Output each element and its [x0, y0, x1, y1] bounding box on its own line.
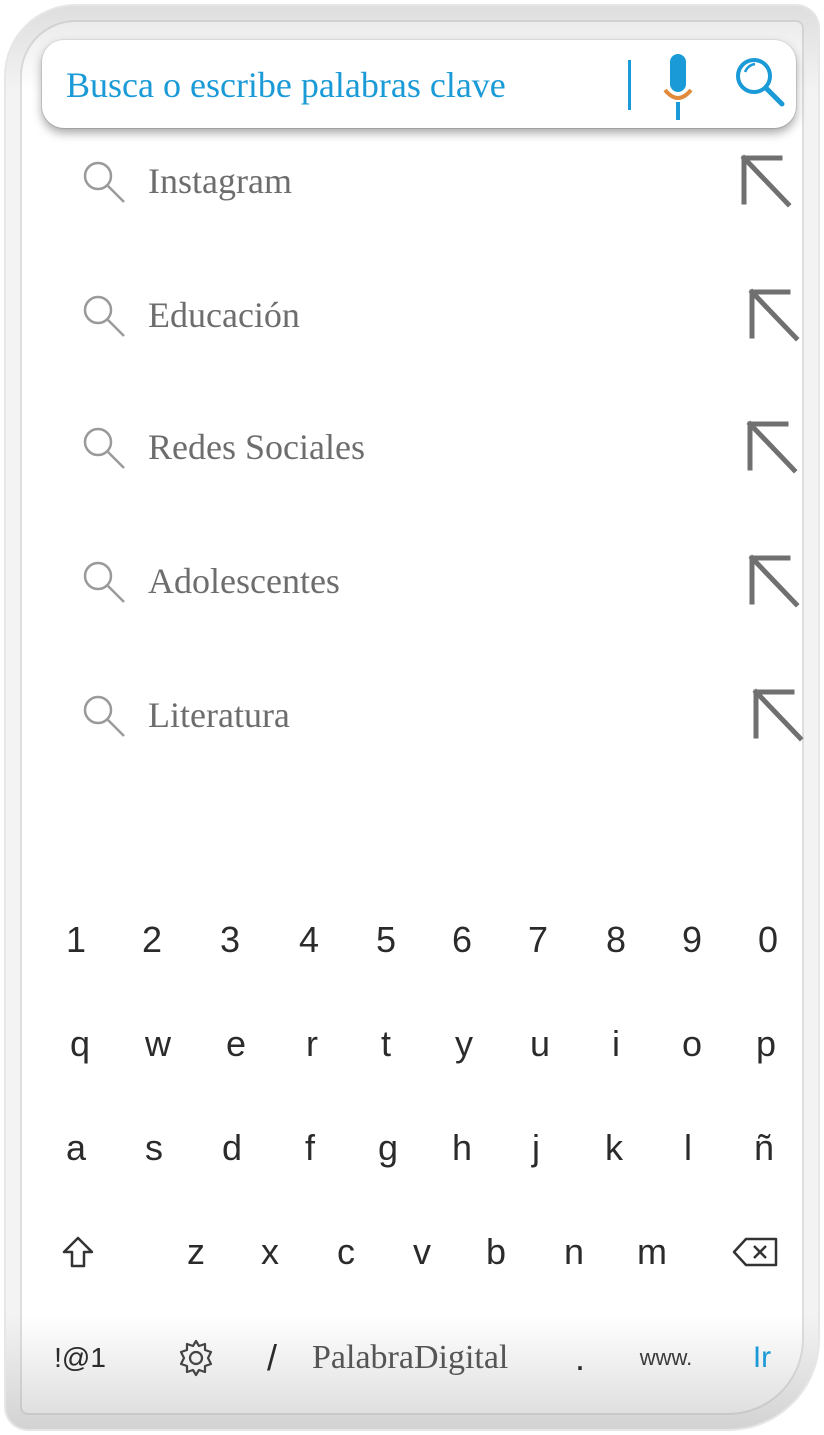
key-h[interactable]: h — [426, 1108, 498, 1188]
search-icon — [78, 156, 128, 206]
microphone-icon[interactable] — [658, 50, 698, 124]
key-6[interactable]: 6 — [426, 900, 498, 980]
key-x[interactable]: x — [234, 1212, 306, 1292]
key-g[interactable]: g — [352, 1108, 424, 1188]
key-2[interactable]: 2 — [116, 900, 188, 980]
key-t[interactable]: t — [350, 1004, 422, 1084]
magnifier-icon[interactable] — [730, 52, 790, 112]
slash-key[interactable]: / — [236, 1318, 308, 1398]
letter-row-1: q w e r t y u i o p — [30, 1004, 800, 1084]
backspace-icon[interactable] — [720, 1212, 792, 1292]
suggestion-label: Instagram — [148, 161, 292, 201]
key-l[interactable]: l — [652, 1108, 724, 1188]
search-icon — [78, 690, 128, 740]
shift-icon[interactable] — [42, 1212, 114, 1292]
key-d[interactable]: d — [196, 1108, 268, 1188]
arrow-up-left-icon[interactable] — [734, 150, 796, 212]
search-icon — [78, 290, 128, 340]
search-icon — [78, 422, 128, 472]
key-v[interactable]: v — [386, 1212, 458, 1292]
search-bar[interactable]: Busca o escribe palabras clave — [42, 40, 796, 128]
brand-key[interactable]: PalabraDigital — [312, 1318, 572, 1398]
key-j[interactable]: j — [500, 1108, 572, 1188]
bottom-row: !@1 / PalabraDigital . www. Ir — [30, 1318, 800, 1398]
key-y[interactable]: y — [428, 1004, 500, 1084]
text-cursor — [628, 60, 631, 110]
suggestion-item[interactable]: Adolescentes — [70, 546, 810, 616]
key-7[interactable]: 7 — [502, 900, 574, 980]
dot-key[interactable]: . — [544, 1318, 616, 1398]
key-k[interactable]: k — [578, 1108, 650, 1188]
key-f[interactable]: f — [274, 1108, 346, 1188]
key-e[interactable]: e — [200, 1004, 272, 1084]
key-m[interactable]: m — [616, 1212, 688, 1292]
search-input[interactable]: Busca o escribe palabras clave — [66, 64, 506, 106]
suggestion-item[interactable]: Educación — [70, 280, 810, 350]
suggestion-label: Redes Sociales — [148, 427, 365, 467]
keyboard: 1 2 3 4 5 6 7 8 9 0 q w e r t y u i o p … — [30, 900, 800, 1420]
gear-icon[interactable] — [160, 1318, 232, 1398]
key-c[interactable]: c — [310, 1212, 382, 1292]
key-s[interactable]: s — [118, 1108, 190, 1188]
key-n[interactable]: n — [538, 1212, 610, 1292]
key-o[interactable]: o — [656, 1004, 728, 1084]
key-0[interactable]: 0 — [732, 900, 804, 980]
letter-row-2: a s d f g h j k l ñ — [30, 1108, 800, 1188]
key-a[interactable]: a — [40, 1108, 112, 1188]
arrow-up-left-icon[interactable] — [740, 416, 802, 478]
key-b[interactable]: b — [460, 1212, 532, 1292]
key-q[interactable]: q — [44, 1004, 116, 1084]
key-p[interactable]: p — [730, 1004, 802, 1084]
key-1[interactable]: 1 — [40, 900, 112, 980]
suggestion-item[interactable]: Literatura — [70, 680, 810, 750]
arrow-up-left-icon[interactable] — [742, 284, 804, 346]
suggestion-label: Adolescentes — [148, 561, 340, 601]
letter-row-3: z x c v b n m — [30, 1212, 800, 1292]
suggestion-item[interactable]: Redes Sociales — [70, 412, 810, 482]
www-key[interactable]: www. — [630, 1318, 702, 1398]
search-icon — [78, 556, 128, 606]
key-8[interactable]: 8 — [580, 900, 652, 980]
key-5[interactable]: 5 — [350, 900, 422, 980]
suggestion-label: Literatura — [148, 695, 290, 735]
key-3[interactable]: 3 — [194, 900, 266, 980]
key-4[interactable]: 4 — [273, 900, 345, 980]
key-i[interactable]: i — [580, 1004, 652, 1084]
suggestion-label: Educación — [148, 295, 300, 335]
key-n-tilde[interactable]: ñ — [728, 1108, 800, 1188]
key-9[interactable]: 9 — [656, 900, 728, 980]
key-u[interactable]: u — [504, 1004, 576, 1084]
arrow-up-left-icon[interactable] — [746, 684, 808, 746]
arrow-up-left-icon[interactable] — [742, 550, 804, 612]
key-w[interactable]: w — [122, 1004, 194, 1084]
suggestion-item[interactable]: Instagram — [70, 146, 810, 216]
number-row: 1 2 3 4 5 6 7 8 9 0 — [30, 900, 800, 980]
symbols-key[interactable]: !@1 — [44, 1318, 116, 1398]
key-z[interactable]: z — [160, 1212, 232, 1292]
go-button[interactable]: Ir — [726, 1318, 798, 1398]
key-r[interactable]: r — [276, 1004, 348, 1084]
